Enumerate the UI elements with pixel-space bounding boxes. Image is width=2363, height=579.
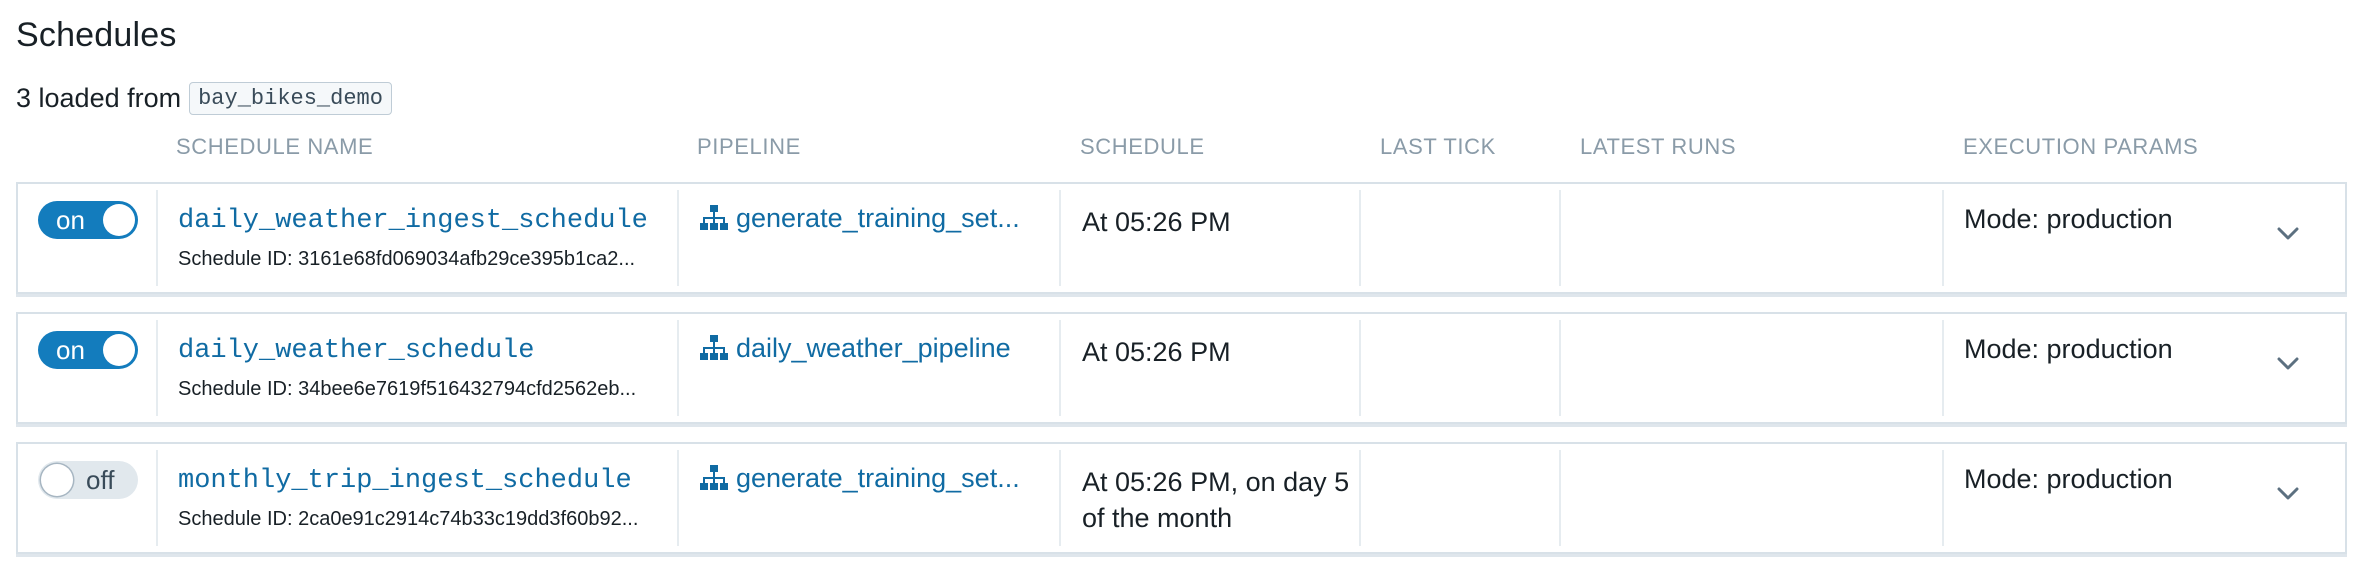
schedule-name-link[interactable]: daily_weather_schedule [178,336,534,366]
column-divider [677,320,679,416]
toggle-knob [103,334,135,366]
loaded-count-text: 3 loaded from [16,83,182,113]
column-divider [1559,450,1561,546]
pipeline-link[interactable]: generate_training_set... [698,202,1020,234]
toggle-label: on [56,205,85,235]
pipeline-name: daily_weather_pipeline [736,332,1011,363]
pipeline-name: generate_training_set... [736,202,1020,233]
column-header-last-tick: Last Tick [1380,134,1496,159]
chevron-down-icon [2277,357,2299,370]
pipeline-icon [700,335,728,360]
execution-params: Mode: production [1964,334,2173,364]
schedules-page: Schedules 3 loaded from bay_bikes_demo S… [0,0,2363,579]
column-divider [1059,190,1061,286]
chevron-down-icon [2277,487,2299,500]
column-divider [156,450,158,546]
pipeline-icon [700,205,728,230]
pipeline-name: generate_training_set... [736,462,1020,493]
repository-chip: bay_bikes_demo [189,82,392,115]
pipeline-icon [700,465,728,490]
column-divider [677,190,679,286]
table-header: Schedule Name Pipeline Schedule Last Tic… [0,134,2363,164]
schedule-description: At 05:26 PM [1082,337,1231,367]
column-header-schedule-name: Schedule Name [176,134,374,159]
pipeline-link[interactable]: daily_weather_pipeline [698,332,1011,364]
column-divider [1059,320,1061,416]
schedule-row: on daily_weather_ingest_schedule Schedul… [16,182,2347,294]
expand-row-button[interactable] [2268,344,2308,384]
column-divider [1559,190,1561,286]
schedule-toggle[interactable]: off [38,461,138,499]
toggle-knob [103,204,135,236]
schedule-toggle[interactable]: on [38,331,138,369]
column-divider [1059,450,1061,546]
schedule-row: on daily_weather_schedule Schedule ID: 3… [16,312,2347,424]
toggle-label: off [86,465,115,495]
column-divider [677,450,679,546]
column-header-execution-params: Execution Params [1963,134,2199,159]
column-header-latest-runs: Latest Runs [1580,134,1737,159]
schedule-toggle[interactable]: on [38,201,138,239]
schedule-row: off monthly_trip_ingest_schedule Schedul… [16,442,2347,554]
toggle-knob [41,464,73,496]
column-divider [1359,320,1361,416]
schedule-id: Schedule ID: 3161e68fd069034afb29ce395b1… [178,248,636,270]
pipeline-link[interactable]: generate_training_set... [698,462,1020,494]
column-divider [1942,320,1944,416]
column-divider [156,320,158,416]
chevron-down-icon [2277,227,2299,240]
toggle-label: on [56,335,85,365]
execution-params: Mode: production [1964,464,2173,494]
column-divider [1359,450,1361,546]
page-title: Schedules [16,16,177,54]
expand-row-button[interactable] [2268,474,2308,514]
column-header-pipeline: Pipeline [697,134,801,159]
column-divider [1359,190,1361,286]
loaded-summary: 3 loaded from bay_bikes_demo [16,82,392,115]
column-divider [156,190,158,286]
schedule-description: At 05:26 PM, on day 5 of the month [1082,467,1350,533]
column-divider [1942,190,1944,286]
expand-row-button[interactable] [2268,214,2308,254]
column-header-schedule: Schedule [1080,134,1205,159]
column-divider [1942,450,1944,546]
schedule-name-link[interactable]: monthly_trip_ingest_schedule [178,466,632,496]
schedule-description: At 05:26 PM [1082,207,1231,237]
execution-params: Mode: production [1964,204,2173,234]
column-divider [1559,320,1561,416]
schedule-name-link[interactable]: daily_weather_ingest_schedule [178,206,648,236]
schedule-id: Schedule ID: 34bee6e7619f516432794cfd256… [178,378,637,400]
schedule-id: Schedule ID: 2ca0e91c2914c74b33c19dd3f60… [178,508,639,530]
